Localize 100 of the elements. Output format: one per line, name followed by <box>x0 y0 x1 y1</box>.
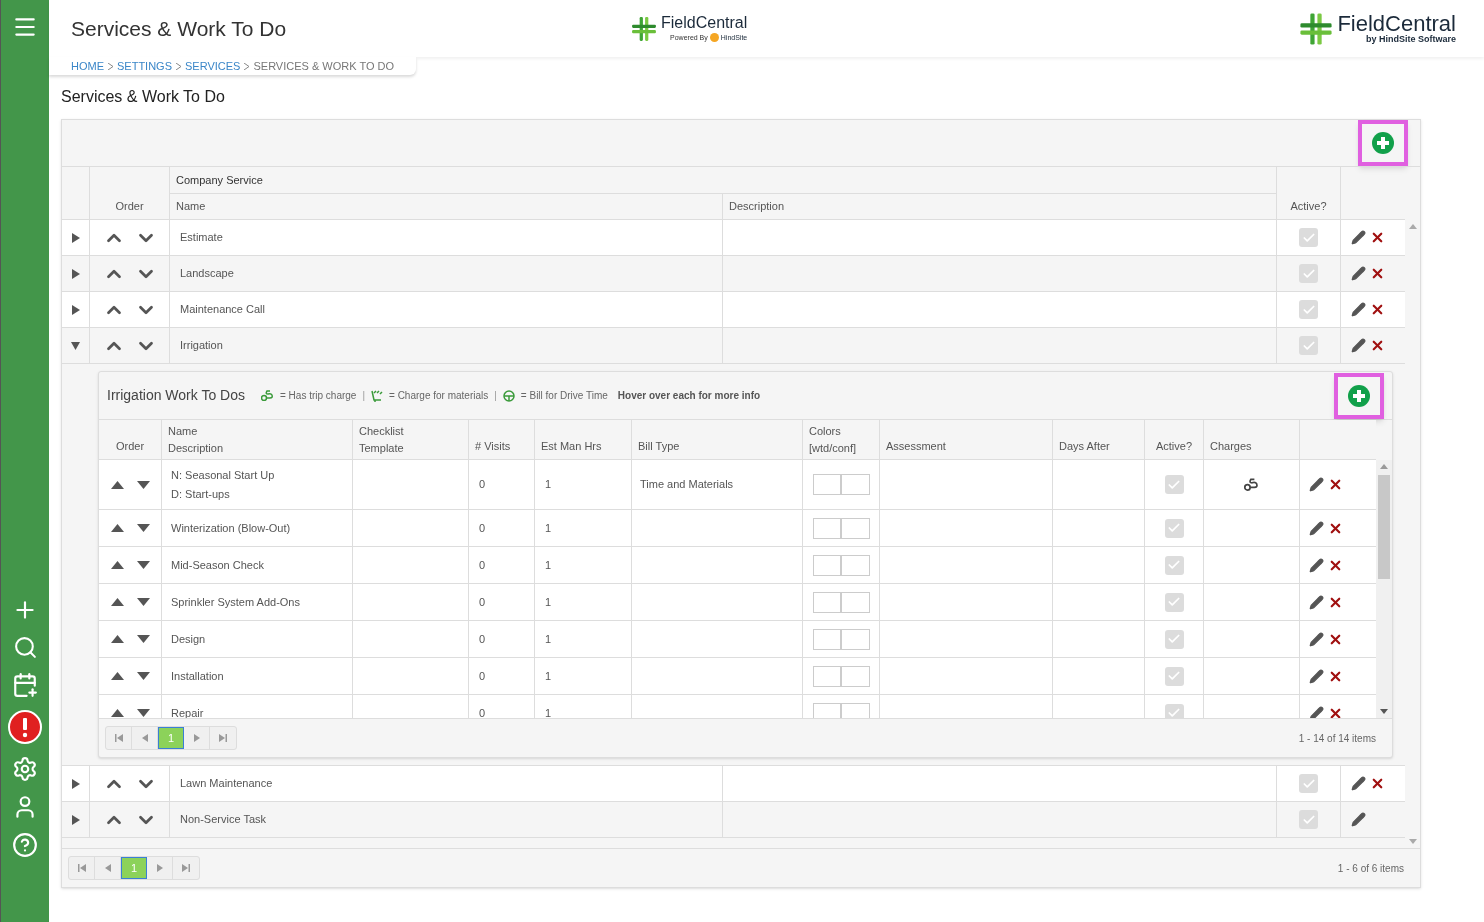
items-summary: 1 - 6 of 6 items <box>1337 861 1405 876</box>
move-up-icon[interactable] <box>110 524 124 532</box>
check-icon <box>1167 521 1181 535</box>
active-checkbox[interactable] <box>1164 703 1184 718</box>
color-swatch[interactable] <box>840 591 870 613</box>
column-header: Est Man Hrs <box>541 438 602 454</box>
edit-icon[interactable] <box>1351 302 1366 317</box>
calendar-add-icon[interactable] <box>12 672 38 698</box>
work-todo-name: Sprinkler System Add-Ons <box>171 594 300 610</box>
color-swatch[interactable] <box>812 665 841 687</box>
logo-tagline: by HindSite Software <box>1366 35 1456 44</box>
legend-label: = Charge for materials <box>389 389 489 403</box>
alert-icon[interactable] <box>8 710 42 744</box>
active-checkbox[interactable] <box>1299 264 1318 283</box>
color-swatch[interactable] <box>840 628 870 650</box>
move-down-icon[interactable] <box>136 524 150 532</box>
color-swatch[interactable] <box>812 474 841 495</box>
expand-icon[interactable] <box>71 304 80 315</box>
column-header: Colors <box>809 424 841 439</box>
column-header: Description <box>168 440 224 456</box>
route-icon[interactable] <box>1244 478 1259 491</box>
breadcrumb-link[interactable]: HOME <box>71 57 104 75</box>
delete-icon[interactable] <box>1370 230 1385 245</box>
breadcrumb-link[interactable]: SETTINGS <box>117 57 172 75</box>
color-swatch[interactable] <box>812 554 841 576</box>
service-name: Estimate <box>180 230 223 246</box>
active-checkbox[interactable] <box>1299 810 1318 829</box>
visits-cell-text: 0 <box>479 477 486 493</box>
active-checkbox[interactable] <box>1164 475 1184 494</box>
move-down-icon[interactable] <box>136 561 150 569</box>
visits-cell-text: 0 <box>479 557 486 573</box>
edit-icon[interactable] <box>1309 477 1324 492</box>
active-checkbox[interactable] <box>1299 774 1318 793</box>
edit-icon[interactable] <box>1351 812 1366 827</box>
expand-icon[interactable] <box>71 268 80 279</box>
move-up-icon[interactable] <box>110 598 124 606</box>
edit-icon[interactable] <box>1309 520 1324 536</box>
add-button[interactable] <box>1358 120 1408 166</box>
add-icon <box>1348 384 1370 407</box>
move-down-icon[interactable] <box>136 709 150 717</box>
edit-icon[interactable] <box>1309 668 1324 684</box>
edit-icon[interactable] <box>1351 776 1366 791</box>
move-down-icon[interactable] <box>136 480 150 489</box>
color-swatch[interactable] <box>812 591 841 613</box>
delete-icon[interactable] <box>1370 266 1385 281</box>
breadcrumb-link[interactable]: SERVICES <box>185 57 241 75</box>
edit-icon[interactable] <box>1309 594 1324 610</box>
move-up-icon[interactable] <box>110 672 124 680</box>
color-swatch[interactable] <box>840 702 870 718</box>
active-checkbox[interactable] <box>1164 666 1184 686</box>
move-up-icon[interactable] <box>110 635 124 643</box>
scroll-down-icon[interactable] <box>1380 709 1388 714</box>
add-icon <box>1372 132 1394 154</box>
expand-icon[interactable] <box>71 814 80 825</box>
settings-icon[interactable] <box>12 756 38 782</box>
hover-hint: Hover over each for more info <box>617 389 761 403</box>
man-hours-cell-text: 1 <box>545 557 552 573</box>
active-checkbox[interactable] <box>1299 300 1318 319</box>
edit-icon[interactable] <box>1351 266 1366 281</box>
delete-icon[interactable] <box>1370 776 1385 791</box>
active-checkbox[interactable] <box>1164 629 1184 649</box>
legend-label: = Bill for Drive Time <box>520 389 608 403</box>
header-title: Services & Work To Do <box>71 15 288 42</box>
expand-icon[interactable] <box>71 232 80 243</box>
expand-icon[interactable] <box>71 778 80 789</box>
move-up-icon[interactable] <box>110 709 124 717</box>
active-checkbox[interactable] <box>1299 336 1318 355</box>
color-swatch[interactable] <box>840 474 870 495</box>
move-down-icon[interactable] <box>136 672 150 680</box>
color-swatch[interactable] <box>812 702 841 718</box>
edit-icon[interactable] <box>1351 230 1366 245</box>
edit-icon[interactable] <box>1309 557 1324 573</box>
next-page-icon <box>156 864 163 872</box>
help-icon[interactable] <box>12 832 38 858</box>
active-checkbox[interactable] <box>1164 555 1184 575</box>
move-down-icon[interactable] <box>136 635 150 643</box>
collapse-icon[interactable] <box>71 340 80 351</box>
color-swatch[interactable] <box>840 517 870 539</box>
delete-icon[interactable] <box>1370 302 1385 317</box>
check-icon <box>1167 706 1181 718</box>
add-button[interactable] <box>1334 372 1384 419</box>
chevron-icon <box>108 62 113 70</box>
move-up-icon[interactable] <box>110 480 124 489</box>
edit-icon[interactable] <box>1309 705 1324 718</box>
active-checkbox[interactable] <box>1164 518 1184 538</box>
color-swatch[interactable] <box>840 665 870 687</box>
search-icon[interactable] <box>12 635 38 660</box>
edit-icon[interactable] <box>1309 631 1324 647</box>
last-page-icon <box>219 734 227 742</box>
delete-icon[interactable] <box>1328 477 1343 492</box>
scrollbar[interactable] <box>1376 460 1392 718</box>
color-swatch[interactable] <box>812 628 841 650</box>
active-checkbox[interactable] <box>1164 592 1184 612</box>
move-down-icon[interactable] <box>136 598 150 606</box>
delete-icon[interactable] <box>1370 338 1385 353</box>
active-checkbox[interactable] <box>1299 228 1318 247</box>
color-swatch[interactable] <box>812 517 841 539</box>
color-swatch[interactable] <box>840 554 870 576</box>
edit-icon[interactable] <box>1351 338 1366 353</box>
move-up-icon[interactable] <box>110 561 124 569</box>
